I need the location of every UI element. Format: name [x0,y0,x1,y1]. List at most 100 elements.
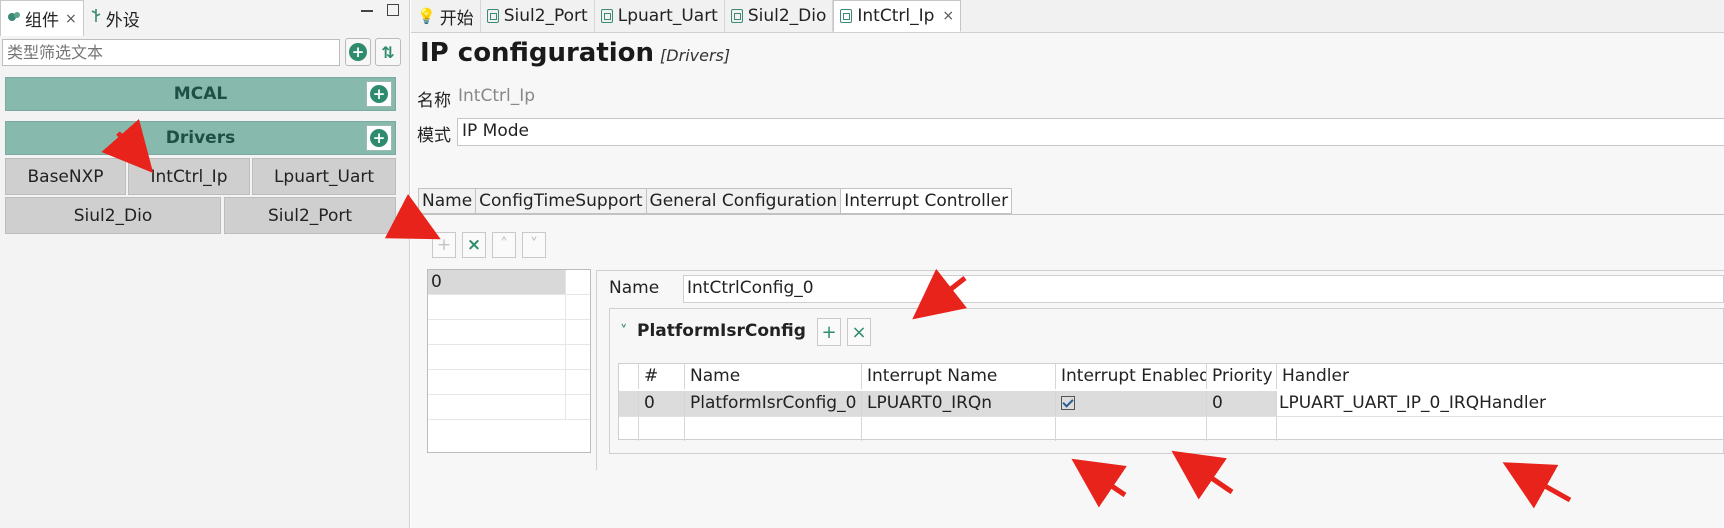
checkbox-checked-icon[interactable] [1061,396,1075,410]
component-basenxp[interactable]: BaseNXP [5,158,126,195]
tab-intctrl-ip-label: IntCtrl_Ip [857,6,935,26]
remove-isr-button[interactable]: × [847,318,871,346]
add-component-button[interactable]: + [345,38,371,66]
config-name-label: Name [609,278,660,298]
editor-tabbar: 💡 开始 Siul2_Port Lpuart_Uart Siul2_Dio In… [411,0,1724,33]
tab-lpuart-uart[interactable]: Lpuart_Uart [595,0,725,32]
group-drivers[interactable]: Drivers + [5,121,396,155]
cell-interrupt-name[interactable]: LPUART0_IRQn [862,391,1056,416]
mode-select[interactable]: IP Mode [457,118,1724,146]
left-tabbar: 组件 × 外设 [0,0,146,36]
plus-icon: + [349,43,367,61]
config-list[interactable]: 0 [427,269,591,453]
cell-priority[interactable]: 0 [1207,391,1277,416]
table-header: # Name Interrupt Name Interrupt Enabled … [619,364,1723,389]
list-item-empty [428,295,590,320]
component-intctrl-ip[interactable]: IntCtrl_Ip [128,158,250,195]
tab-components[interactable]: 组件 × [0,0,84,36]
tab-peripherals-label: 外设 [105,10,140,31]
add-mcal-button[interactable]: + [366,81,392,107]
chevron-up-icon: ˄ [499,235,509,255]
list-item-label: 0 [428,270,566,294]
col-interrupt-name[interactable]: Interrupt Name [862,364,1056,389]
x-icon: × [851,321,867,343]
component-icon [600,9,613,23]
move-up-button[interactable]: ˄ [492,232,516,258]
close-icon[interactable]: × [65,11,77,27]
add-item-button[interactable]: + [432,232,456,258]
tab-siul2-dio-label: Siul2_Dio [747,6,827,26]
page-title-text: IP configuration [420,38,655,68]
list-item-empty [428,345,590,370]
subtab-interrupt-controller[interactable]: Interrupt Controller [840,188,1013,214]
move-down-button[interactable]: ˅ [522,232,546,258]
list-item-empty [428,395,590,420]
component-icon [730,9,743,23]
group-mcal-label: MCAL [173,84,228,104]
add-drivers-button[interactable]: + [366,125,392,151]
mode-label: 模式 [417,126,451,146]
subtab-general-configuration[interactable]: General Configuration [645,188,841,214]
filter-input[interactable] [2,39,340,66]
tab-start-label: 开始 [439,8,474,29]
page-title: IP configuration [Drivers] [420,38,730,68]
config-subtabs: Name ConfigTimeSupport General Configura… [418,188,1013,214]
subtab-name[interactable]: Name [418,188,476,214]
remove-item-button[interactable]: × [462,232,486,258]
component-icon [486,9,499,23]
col-handler[interactable]: Handler [1277,364,1723,389]
maximize-icon[interactable] [387,4,399,16]
chevron-down-icon[interactable]: ˅ [620,322,628,340]
plus-icon: + [370,85,388,103]
editor-area: 💡 开始 Siul2_Port Lpuart_Uart Siul2_Dio In… [411,0,1724,528]
component-lpuart-uart[interactable]: Lpuart_Uart [252,158,396,195]
tab-lpuart-uart-label: Lpuart_Uart [617,6,718,26]
components-icon [7,9,21,29]
plus-icon: + [821,321,837,343]
component-siul2-dio[interactable]: Siul2_Dio [5,197,221,234]
minimize-icon[interactable] [361,4,373,12]
isr-table: # Name Interrupt Name Interrupt Enabled … [618,363,1724,441]
sort-button[interactable]: ⇅ [375,38,401,66]
tab-siul2-port[interactable]: Siul2_Port [481,0,595,32]
tab-siul2-dio[interactable]: Siul2_Dio [725,0,834,32]
list-item[interactable]: 0 [428,270,590,295]
group-mcal[interactable]: MCAL + [5,77,396,111]
name-value: IntCtrl_Ip [458,86,536,106]
view-controls [361,4,399,16]
list-item-empty [428,370,590,395]
usb-icon [90,8,102,28]
tab-intctrl-ip[interactable]: IntCtrl_Ip × [833,0,962,32]
cell-interrupt-enabled[interactable] [1056,391,1207,416]
tab-start[interactable]: 💡 开始 [411,0,481,32]
section-title: PlatformIsrConfig [637,321,806,341]
cell-name[interactable]: PlatformIsrConfig_0 [685,391,862,416]
add-isr-button[interactable]: + [817,318,841,346]
col-index[interactable]: # [639,364,685,389]
config-name-input[interactable]: IntCtrlConfig_0 [683,275,1724,303]
component-icon [840,9,853,23]
col-interrupt-enabled[interactable]: Interrupt Enabled [1056,364,1207,389]
name-label: 名称 [417,91,451,111]
plus-icon: + [436,235,452,255]
bulb-icon: 💡 [417,7,436,25]
list-item-empty [428,320,590,345]
subtab-configtimesupport[interactable]: ConfigTimeSupport [475,188,646,214]
chevron-down-icon: ˅ [529,235,539,255]
col-name[interactable]: Name [685,364,862,389]
close-icon[interactable]: × [942,8,954,24]
table-row-empty [619,416,1723,441]
sort-icon: ⇅ [381,42,395,62]
cell-handler[interactable]: LPUART_UART_IP_0_IRQHandler [1277,391,1723,416]
col-priority[interactable]: Priority [1207,364,1277,389]
table-row[interactable]: 0 PlatformIsrConfig_0 LPUART0_IRQn 0 LPU… [619,391,1723,416]
tab-components-label: 组件 [25,11,59,31]
component-siul2-port[interactable]: Siul2_Port [224,197,396,234]
tab-siul2-port-label: Siul2_Port [503,6,588,26]
subtab-divider [418,214,1724,215]
cell-index: 0 [639,391,685,416]
tab-peripherals[interactable]: 外设 [84,0,146,36]
page-subtitle: [Drivers] [660,46,731,65]
x-icon: × [466,235,482,255]
plus-icon: + [370,129,388,147]
